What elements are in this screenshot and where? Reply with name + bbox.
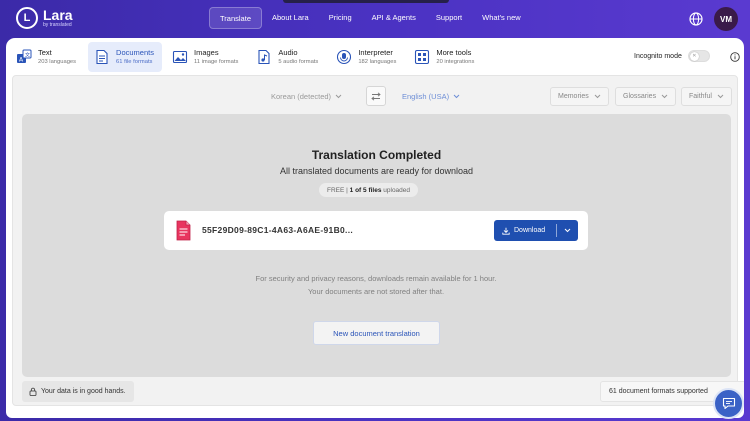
memories-dropdown[interactable]: Memories xyxy=(550,87,609,106)
plan-prefix: FREE | xyxy=(327,186,348,194)
completion-title: Translation Completed xyxy=(311,148,442,162)
main-nav: Translate About Lara Pricing API & Agent… xyxy=(209,7,531,29)
chevron-down-icon xyxy=(717,94,724,99)
tab-more-tools[interactable]: More tools 20 integrations xyxy=(408,42,482,72)
incognito-label: Incognito mode xyxy=(634,52,682,60)
interpreter-icon xyxy=(337,49,352,65)
tab-audio[interactable]: Audio 5 audio formats xyxy=(250,42,326,72)
completion-subtitle: All translated documents are ready for d… xyxy=(279,166,474,176)
download-icon xyxy=(502,227,510,235)
translator-card: A 文 Text 203 languages Documents 61 file… xyxy=(6,38,744,418)
chevron-down-icon xyxy=(661,94,668,99)
source-language-select[interactable]: Korean (detected) xyxy=(271,92,342,101)
target-language-select[interactable]: English (USA) xyxy=(402,92,460,101)
nav-about-lara[interactable]: About Lara xyxy=(262,7,319,29)
nav-support[interactable]: Support xyxy=(426,7,472,29)
tab-interpreter-title: Interpreter xyxy=(358,47,393,57)
chat-support-button[interactable] xyxy=(713,388,744,419)
file-name: 55F29D09-89C1-4A63-A6AE-91B0... xyxy=(202,225,354,235)
tab-interpreter[interactable]: Interpreter 182 languages xyxy=(330,42,404,72)
tab-images-title: Images xyxy=(193,47,219,57)
data-safety-text: Your data is in good hands. xyxy=(41,388,126,395)
svg-text:文: 文 xyxy=(25,52,30,59)
incognito-control: Incognito mode ✕ xyxy=(634,50,710,62)
info-icon[interactable] xyxy=(730,52,740,62)
chevron-down-icon xyxy=(335,94,342,99)
globe-icon[interactable] xyxy=(688,11,704,27)
tab-audio-subtitle: 5 audio formats xyxy=(278,58,319,65)
translated-file-row: 55F29D09-89C1-4A63-A6AE-91B0... Download xyxy=(164,211,588,250)
language-bar: Korean (detected) English (USA) Memories… xyxy=(13,76,737,116)
tab-audio-title: Audio xyxy=(278,47,298,57)
tab-documents-subtitle: 61 file formats xyxy=(116,58,153,65)
text-translate-icon: A 文 xyxy=(17,49,32,64)
plan-count: 1 of 5 files xyxy=(349,186,382,194)
target-language-label: English (USA) xyxy=(402,92,450,101)
style-dropdown[interactable]: Faithful xyxy=(681,87,732,106)
top-navigation: L Lara by translated Translate About Lar… xyxy=(0,0,750,38)
audio-file-icon xyxy=(258,49,270,65)
lock-icon xyxy=(29,387,37,396)
source-language-label: Korean (detected) xyxy=(271,92,332,101)
style-label: Faithful xyxy=(689,93,712,100)
tab-interpreter-subtitle: 182 languages xyxy=(358,58,397,65)
tab-text[interactable]: A 文 Text 203 languages xyxy=(10,42,84,72)
window-notch xyxy=(283,0,449,3)
translation-result-panel: Translation Completed All translated doc… xyxy=(22,114,731,377)
chevron-down-icon xyxy=(564,228,571,233)
logo-name: Lara xyxy=(43,7,73,23)
glossaries-label: Glossaries xyxy=(623,93,657,100)
tab-text-title: Text xyxy=(38,47,52,57)
incognito-toggle[interactable]: ✕ xyxy=(687,50,710,62)
supported-formats-text: 61 document formats supported xyxy=(609,388,708,395)
grid-icon xyxy=(415,49,430,65)
chevron-down-icon xyxy=(594,94,601,99)
tab-images-subtitle: 11 image formats xyxy=(193,58,239,65)
swap-languages-button[interactable] xyxy=(366,86,386,106)
new-document-translation-button[interactable]: New document translation xyxy=(313,321,440,345)
nav-pricing[interactable]: Pricing xyxy=(319,7,362,29)
lara-logo[interactable]: L Lara by translated xyxy=(16,7,73,29)
tab-text-subtitle: 203 languages xyxy=(38,58,77,65)
user-avatar[interactable]: VM xyxy=(714,7,738,31)
download-button[interactable]: Download xyxy=(494,220,578,241)
tab-documents[interactable]: Documents 61 file formats xyxy=(88,42,162,72)
chevron-down-icon xyxy=(453,94,460,99)
workspace: Korean (detected) English (USA) Memories… xyxy=(12,75,738,406)
logo-subtitle: by translated xyxy=(43,22,72,28)
tab-documents-title: Documents xyxy=(116,47,154,57)
plan-suffix: uploaded xyxy=(383,186,411,194)
pdf-file-icon xyxy=(176,220,191,241)
swap-icon xyxy=(371,91,381,101)
chat-icon xyxy=(722,397,735,410)
nav-api-agents[interactable]: API & Agents xyxy=(362,7,426,29)
logo-mark: L xyxy=(16,7,38,29)
nav-translate[interactable]: Translate xyxy=(209,7,262,29)
tool-tabs: A 文 Text 203 languages Documents 61 file… xyxy=(10,42,482,72)
toggle-off-icon: ✕ xyxy=(689,51,699,61)
plan-usage-badge: FREE | 1 of 5 files uploaded xyxy=(319,183,419,197)
glossaries-dropdown[interactable]: Glossaries xyxy=(615,87,677,106)
privacy-notice: For security and privacy reasons, downlo… xyxy=(255,274,497,296)
download-options-toggle[interactable] xyxy=(557,220,578,241)
document-icon xyxy=(96,49,108,65)
download-action[interactable]: Download xyxy=(494,220,556,241)
data-safety-badge[interactable]: Your data is in good hands. xyxy=(22,381,134,402)
nav-whats-new[interactable]: What's new xyxy=(472,7,531,29)
image-icon xyxy=(172,50,188,64)
download-label: Download xyxy=(514,227,546,234)
tab-more-tools-subtitle: 20 integrations xyxy=(436,58,475,65)
memories-label: Memories xyxy=(558,93,589,100)
tab-images[interactable]: Images 11 image formats xyxy=(166,42,246,72)
tab-more-tools-title: More tools xyxy=(436,47,472,57)
